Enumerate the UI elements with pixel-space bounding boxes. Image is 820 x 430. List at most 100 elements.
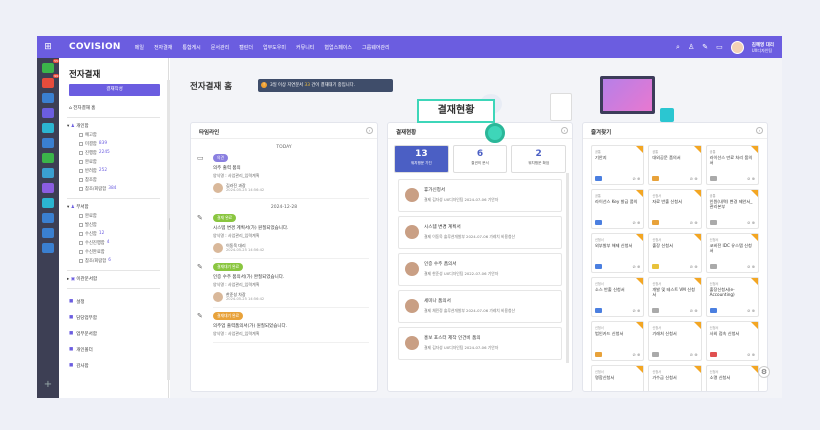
favorite-item[interactable]: 신청서 사외 접속 신청서 ⊘ ⊕	[705, 321, 759, 361]
star-corner-icon[interactable]	[636, 190, 644, 197]
star-corner-icon[interactable]	[693, 366, 701, 373]
star-corner-icon[interactable]	[750, 190, 758, 197]
sidebar-item[interactable]: 완료함	[79, 213, 168, 219]
star-corner-icon[interactable]	[750, 146, 758, 153]
timeline-item[interactable]: ✎ 결재대기 완료 의주업 출력품의서(가) 원질되었습니다. 양식명 : 사업관리_…	[197, 312, 369, 343]
logo[interactable]: COVISION	[69, 42, 121, 52]
document-item[interactable]: 세미나 품의서 결제 채민정 솔루션개발부 2024-07-06 가레치 비용청산	[398, 290, 562, 323]
favorite-item[interactable]: 신청서명함신청서⊘ ⊕	[591, 365, 645, 391]
star-corner-icon[interactable]	[636, 322, 644, 329]
gear-icon[interactable]: ⚙	[758, 366, 770, 378]
sidebar-item[interactable]: 반려함 252	[79, 168, 168, 174]
favorite-item[interactable]: 신청서 외부발부 해제 신청서 ⊘ ⊕	[591, 233, 645, 273]
more-arrow-icon[interactable]: ›	[756, 127, 763, 134]
mail-icon[interactable]: 99	[42, 74, 59, 88]
action-icons[interactable]: ⊘ ⊕	[747, 308, 755, 313]
star-corner-icon[interactable]	[636, 366, 644, 373]
menu-item[interactable]: 통합게시	[182, 44, 200, 51]
favorite-item[interactable]: 공통 라이선스 Key 발급 품의 ⊘ ⊕	[591, 189, 645, 229]
sidebar-link[interactable]: ■ 설정	[69, 299, 168, 305]
document-icon[interactable]	[42, 138, 54, 148]
sidebar-link[interactable]: ■ 개인폴더	[69, 347, 168, 353]
more-arrow-icon[interactable]: ›	[561, 127, 568, 134]
edit-icon[interactable]: ✎	[702, 43, 708, 51]
menu-item[interactable]: 캘린더	[239, 44, 253, 51]
favorite-item[interactable]: 공통 라이선스 만료 처리 품의서 ⊘ ⊕	[705, 145, 759, 185]
favorite-item[interactable]: 신청서소명 신청서⊘ ⊕	[705, 365, 759, 391]
status-tab[interactable]: 6 결권의 문서	[452, 145, 508, 173]
sidebar-item[interactable]: 수신함 12	[79, 231, 168, 237]
document-item[interactable]: 홍보 포스터 제작 인건비 품의 결제 김자성 UX디자인팀 2024-07-06…	[398, 327, 562, 360]
menu-item[interactable]: 커뮤니티	[296, 44, 314, 51]
sidebar-item[interactable]: 참조/회람함 6	[79, 258, 168, 264]
document-item[interactable]: 시스템 변경 계획서 결제 이동욱 솔루션개발부 2024-07-06 가레치 비…	[398, 216, 562, 249]
star-corner-icon[interactable]	[750, 234, 758, 241]
star-corner-icon[interactable]	[750, 278, 758, 285]
sidebar-item[interactable]: 예고함	[79, 132, 168, 138]
action-icons[interactable]: ⊘ ⊕	[690, 264, 698, 269]
sidebar-item[interactable]: 완료함	[79, 159, 168, 165]
action-icons[interactable]: ⊘ ⊕	[632, 176, 640, 181]
user-icon[interactable]: ♙	[688, 43, 694, 51]
action-icons[interactable]: ⊘ ⊕	[690, 308, 698, 313]
menu-item[interactable]: 메일	[135, 44, 144, 51]
menu-item[interactable]: 협업스페이스	[324, 44, 352, 51]
board-icon[interactable]	[42, 123, 54, 133]
action-icons[interactable]: ⊘ ⊕	[690, 352, 698, 357]
favorite-item[interactable]: 신청서 개발 및 테스트 VM 신청서 ⊘ ⊕	[648, 277, 702, 317]
approval-icon[interactable]	[42, 108, 54, 118]
status-tab[interactable]: 13 워치쟁운 가진	[394, 145, 449, 173]
community-icon[interactable]	[42, 183, 54, 193]
layout-icon[interactable]: ▭	[716, 43, 723, 51]
star-corner-icon[interactable]	[693, 322, 701, 329]
file-icon[interactable]	[42, 153, 54, 163]
sidebar-link[interactable]: ■ 업무문서함	[69, 331, 168, 337]
action-icons[interactable]: ⊘ ⊕	[632, 220, 640, 225]
star-corner-icon[interactable]	[750, 366, 758, 373]
action-icons[interactable]: ⊘ ⊕	[632, 308, 640, 313]
timeline-item[interactable]: ▭ 의견 의주 출력 품의 양식명 : 사업관리_입력계획 김라진 과장 2024-05-…	[197, 154, 369, 199]
sidebar-link[interactable]: ■ 담당업무함	[69, 315, 168, 321]
menu-item[interactable]: 업무도우미	[263, 44, 286, 51]
bell-icon[interactable]: 55	[42, 59, 59, 73]
sidebar-item-home[interactable]: ⌂ 전자결재 홈	[69, 105, 168, 111]
box-icon[interactable]	[42, 243, 54, 253]
sidebar-group-dept[interactable]: ▾ ♟ 부서함	[67, 204, 168, 210]
favorite-item[interactable]: 신청서가수금 신청서⊘ ⊕	[648, 365, 702, 391]
sidebar-group-personal[interactable]: ▾ ♟ 개인함	[67, 123, 168, 129]
favorite-item[interactable]: 공통 대외공문 품의서 ⊘ ⊕	[648, 145, 702, 185]
star-corner-icon[interactable]	[636, 146, 644, 153]
sidebar-link[interactable]: ■ 감사함	[69, 363, 168, 369]
action-icons[interactable]: ⊘ ⊕	[632, 264, 640, 269]
user-info[interactable]: 김혜영 대리 UX디자인팀	[752, 42, 774, 53]
sidebar-item[interactable]: 진행함 2245	[79, 150, 168, 156]
document-item[interactable]: 휴가신청서 결제 김자성 UX디자인팀 2024-07-06 기안자	[398, 179, 562, 212]
action-icons[interactable]: ⊘ ⊕	[747, 264, 755, 269]
action-icons[interactable]: ⊘ ⊕	[690, 176, 698, 181]
menu-item[interactable]: 그룹웨어관리	[362, 44, 390, 51]
star-corner-icon[interactable]	[693, 190, 701, 197]
menu-item[interactable]: 전자결재	[154, 44, 172, 51]
document-item[interactable]: 인증 수주 품의서 결제 한준성 UX디자인팀 2022-07-06 기안자	[398, 253, 562, 286]
sidebar-item[interactable]: 참조/회람함 384	[79, 186, 168, 192]
action-icons[interactable]: ⊘ ⊕	[690, 220, 698, 225]
timeline-item[interactable]: ✎ 결재 완료 시스템 변경 계획서(가) 원질되었습니다. 양식명 : 사업관리_입…	[197, 214, 369, 259]
favorite-item[interactable]: 신청서 법인카드 신청서 ⊘ ⊕	[591, 321, 645, 361]
add-icon[interactable]: +	[37, 379, 59, 390]
app-grid-icon[interactable]: ⊞	[37, 42, 59, 52]
sidebar-item[interactable]: 미결함 839	[79, 141, 168, 147]
star-corner-icon[interactable]	[636, 278, 644, 285]
star-corner-icon[interactable]	[750, 322, 758, 329]
search-icon[interactable]: ⌕	[676, 43, 680, 52]
write-approval-button[interactable]: 결재작성	[69, 84, 160, 96]
action-icons[interactable]: ⊘ ⊕	[632, 352, 640, 357]
action-icons[interactable]: ⊘ ⊕	[747, 220, 755, 225]
favorite-item[interactable]: 신청서 출장 신청서 ⊘ ⊕	[648, 233, 702, 273]
task-icon[interactable]	[42, 168, 54, 178]
favorite-item[interactable]: 공통 기안지 ⊘ ⊕	[591, 145, 645, 185]
chat-icon[interactable]	[42, 198, 54, 208]
action-icons[interactable]: ⊘ ⊕	[747, 176, 755, 181]
sidebar-item[interactable]: 수신진행함 4	[79, 240, 168, 246]
favorite-item[interactable]: 신청서 코비전 IDC 유스탬 신청서 ⊘ ⊕	[705, 233, 759, 273]
avatar[interactable]	[730, 40, 744, 54]
